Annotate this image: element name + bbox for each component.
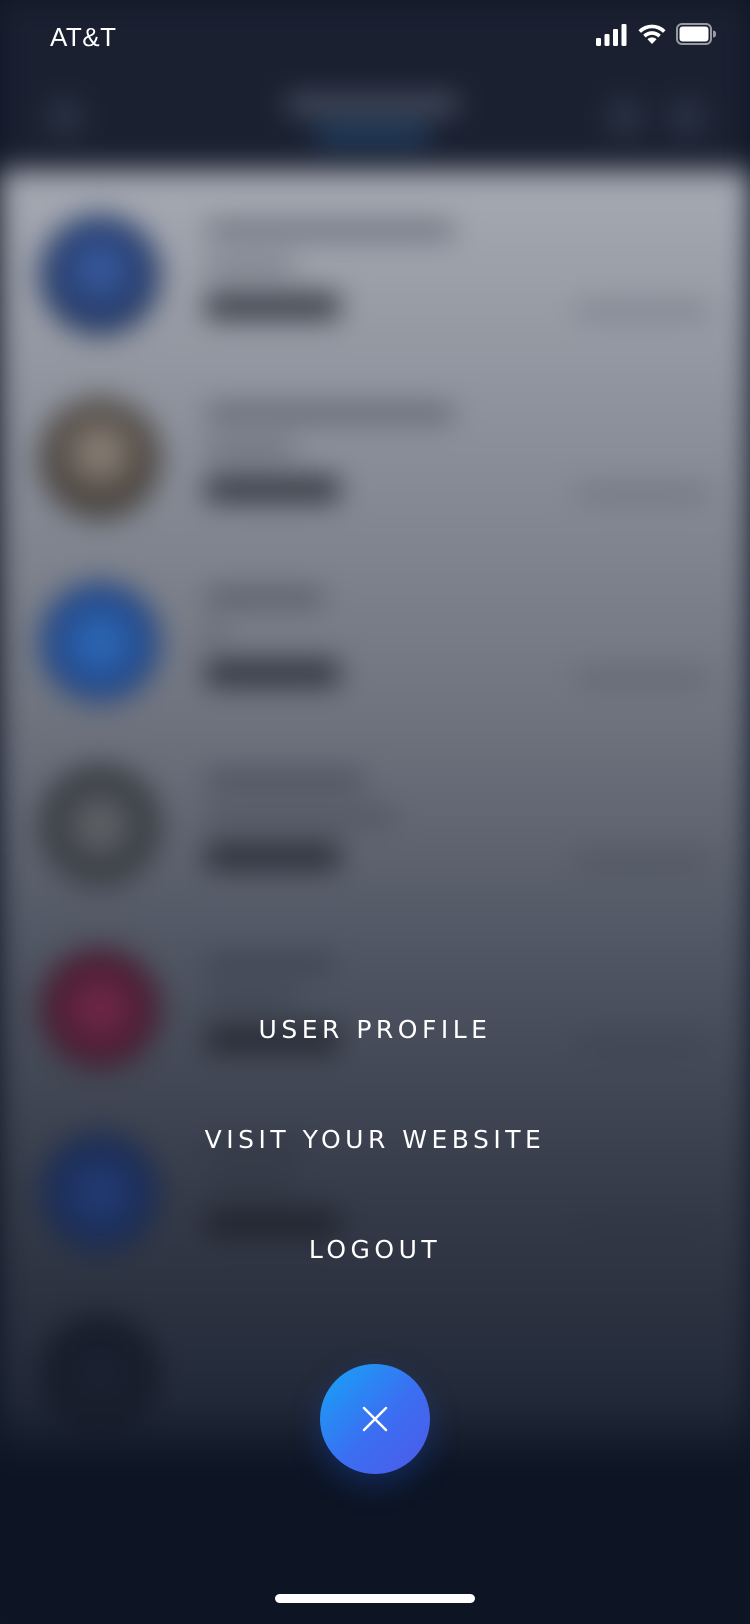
battery-full-icon	[676, 23, 716, 45]
blurred-search-icon	[608, 100, 642, 134]
blurred-list-item	[0, 582, 750, 712]
carrier-label: AT&T	[50, 22, 117, 52]
wifi-icon	[638, 24, 666, 44]
cellular-signal-icon	[596, 24, 627, 46]
menu-item-user-profile[interactable]: USER PROFILE	[0, 1010, 750, 1050]
home-indicator[interactable]	[275, 1594, 475, 1603]
status-bar: AT&T	[0, 0, 750, 80]
blurred-filter-icon	[670, 100, 704, 134]
blurred-app-subtitle	[315, 130, 430, 138]
menu-overlay-screen: AT&T USER PROFILE VISIT YOUR WEBSITE LOG…	[0, 0, 750, 1624]
menu-item-logout[interactable]: LOGOUT	[0, 1230, 750, 1270]
blurred-list-item	[0, 215, 750, 345]
blurred-menu-icon	[48, 100, 82, 134]
close-icon	[362, 1406, 388, 1432]
blurred-app-title	[285, 95, 460, 113]
menu-item-visit-website[interactable]: VISIT YOUR WEBSITE	[0, 1120, 750, 1160]
blurred-list-item	[0, 765, 750, 895]
blurred-list-item	[0, 398, 750, 528]
close-menu-button[interactable]	[320, 1364, 430, 1474]
